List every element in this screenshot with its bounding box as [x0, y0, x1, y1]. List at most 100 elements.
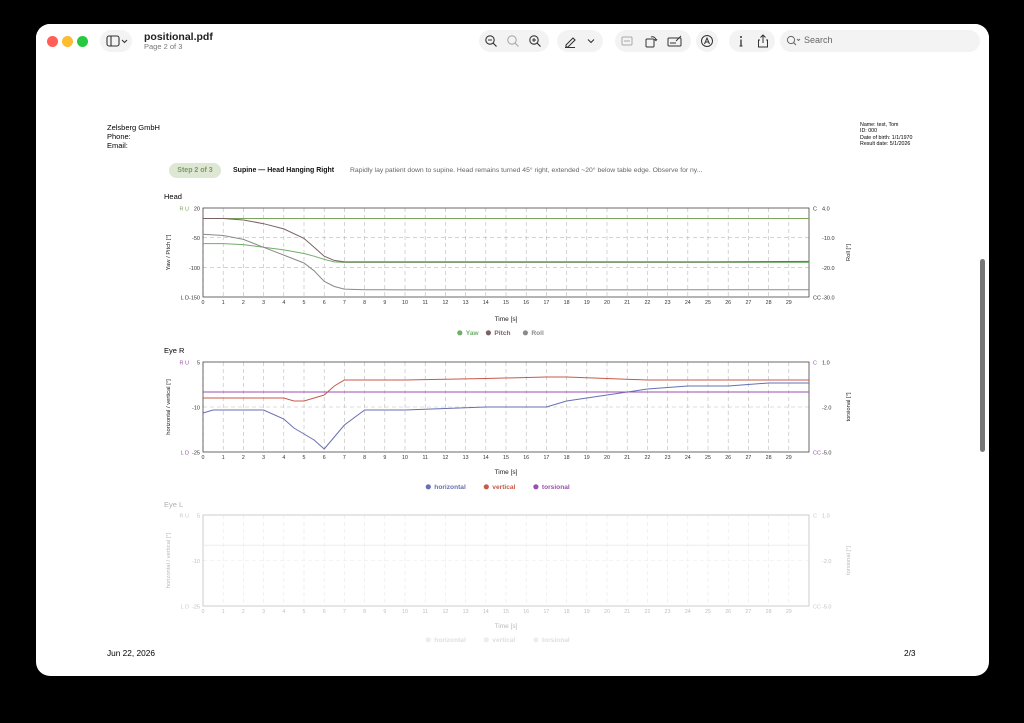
- axis-marker-ru: R U: [180, 207, 190, 213]
- x-tick-label: 13: [463, 609, 469, 615]
- x-tick-label: 28: [766, 609, 772, 615]
- charts-area: Head20-50-100-1504.0-10.0-20.0-30.0R UL …: [164, 192, 852, 644]
- x-tick-label: 17: [543, 300, 549, 306]
- axis-marker-ld: L D: [181, 451, 189, 457]
- y-axis-label-right: torsional [°]: [846, 546, 852, 575]
- legend-marker-horizontal: [425, 484, 431, 490]
- x-tick-label: 29: [786, 455, 792, 461]
- y-tick-label-left: -25: [192, 605, 200, 611]
- y-axis-label-left: Yaw / Pitch [°]: [166, 234, 172, 270]
- x-tick-label: 12: [442, 300, 448, 306]
- x-tick-label: 15: [503, 300, 509, 306]
- x-tick-label: 20: [604, 300, 610, 306]
- legend-marker-vertical: [483, 484, 489, 490]
- x-tick-label: 9: [383, 455, 386, 461]
- x-tick-label: 12: [442, 455, 448, 461]
- x-tick-label: 4: [282, 300, 285, 306]
- x-tick-label: 0: [202, 300, 205, 306]
- x-tick-label: 7: [343, 300, 346, 306]
- x-tick-label: 2: [242, 455, 245, 461]
- x-tick-label: 24: [685, 455, 691, 461]
- axis-marker-cc: CC: [813, 296, 821, 302]
- chart-title: Eye L: [164, 500, 183, 509]
- y-tick-label-right: -20.0: [822, 266, 835, 272]
- chart-title: Head: [164, 192, 182, 201]
- x-tick-label: 5: [303, 455, 306, 461]
- x-tick-label: 13: [463, 300, 469, 306]
- chart-1: Eye R5-10-251.0-2.0-5.0R UL DCCC0 1 2 3 4 5 6 7…: [164, 346, 852, 491]
- x-tick-label: 26: [725, 300, 731, 306]
- y-tick-label-right: -30.0: [822, 296, 835, 302]
- y-axis-label-right: Roll [°]: [846, 244, 852, 262]
- x-tick-label: 5: [303, 609, 306, 615]
- chart-2: Eye L5-10-251.0-2.0-5.0R UL DCCC0 1 2 3 4 5 6 7…: [164, 500, 852, 644]
- x-tick-label: 10: [402, 455, 408, 461]
- x-tick-label: 27: [745, 300, 751, 306]
- x-tick-label: 29: [786, 300, 792, 306]
- x-tick-label: 19: [584, 609, 590, 615]
- x-tick-label: 28: [766, 300, 772, 306]
- x-tick-label: 20: [604, 455, 610, 461]
- x-tick-label: 6: [323, 609, 326, 615]
- y-tick-label-left: -50: [192, 236, 200, 242]
- x-tick-label: 11: [422, 609, 428, 615]
- x-tick-label: 0: [202, 609, 205, 615]
- x-tick-label: 10: [402, 300, 408, 306]
- x-tick-label: 27: [745, 455, 751, 461]
- x-tick-label: 25: [705, 609, 711, 615]
- y-tick-label-right: -10.0: [822, 236, 835, 242]
- x-tick-label: 6: [323, 455, 326, 461]
- axis-marker-ld: L D: [181, 296, 189, 302]
- x-tick-label: 23: [665, 455, 671, 461]
- legend-label-torsional: torsional: [542, 637, 570, 644]
- x-tick-label: 1: [222, 609, 225, 615]
- x-tick-label: 3: [262, 609, 265, 615]
- x-tick-label: 4: [282, 609, 285, 615]
- x-tick-label: 23: [665, 300, 671, 306]
- y-tick-label-right: -2.0: [822, 559, 831, 565]
- x-tick-label: 7: [343, 609, 346, 615]
- axis-marker-cc: CC: [813, 605, 821, 611]
- y-axis-label-right: torsional [°]: [846, 392, 852, 421]
- x-tick-label: 8: [363, 455, 366, 461]
- x-tick-label: 24: [685, 300, 691, 306]
- axis-marker-ru: R U: [180, 514, 190, 520]
- x-tick-label: 27: [745, 609, 751, 615]
- x-tick-label: 9: [383, 609, 386, 615]
- x-tick-label: 3: [262, 300, 265, 306]
- axis-marker-c: C: [813, 514, 817, 520]
- y-tick-label-right: 1.0: [822, 361, 830, 367]
- legend-label-horizontal: horizontal: [434, 484, 466, 491]
- x-tick-label: 22: [644, 455, 650, 461]
- x-tick-label: 0: [202, 455, 205, 461]
- legend-label-pitch: Pitch: [494, 330, 510, 337]
- preview-window: positional.pdf Page 2 of 3 Search Zelsbe…: [36, 24, 989, 676]
- x-tick-label: 2: [242, 609, 245, 615]
- x-tick-label: 3: [262, 455, 265, 461]
- x-tick-label: 20: [604, 609, 610, 615]
- x-tick-label: 21: [624, 609, 630, 615]
- x-tick-label: 14: [483, 609, 489, 615]
- x-tick-label: 18: [564, 609, 570, 615]
- x-tick-label: 17: [543, 609, 549, 615]
- legend-label-vertical: vertical: [492, 484, 515, 491]
- legend-marker-torsional: [533, 637, 539, 643]
- x-tick-label: 12: [442, 609, 448, 615]
- x-tick-label: 25: [705, 300, 711, 306]
- x-tick-label: 18: [564, 455, 570, 461]
- x-tick-label: 11: [422, 455, 428, 461]
- x-tick-label: 16: [523, 455, 529, 461]
- x-tick-label: 10: [402, 609, 408, 615]
- x-tick-label: 21: [624, 300, 630, 306]
- x-tick-label: 19: [584, 455, 590, 461]
- x-tick-label: 2: [242, 300, 245, 306]
- x-tick-label: 21: [624, 455, 630, 461]
- axis-marker-cc: CC: [813, 451, 821, 457]
- x-tick-label: 16: [523, 609, 529, 615]
- legend-label-vertical: vertical: [492, 637, 515, 644]
- legend-marker-vertical: [483, 637, 489, 643]
- legend-label-yaw: Yaw: [466, 330, 480, 337]
- y-axis-label-left: horizontal / vertical [°]: [166, 532, 172, 588]
- x-tick-label: 26: [725, 609, 731, 615]
- x-tick-label: 9: [383, 300, 386, 306]
